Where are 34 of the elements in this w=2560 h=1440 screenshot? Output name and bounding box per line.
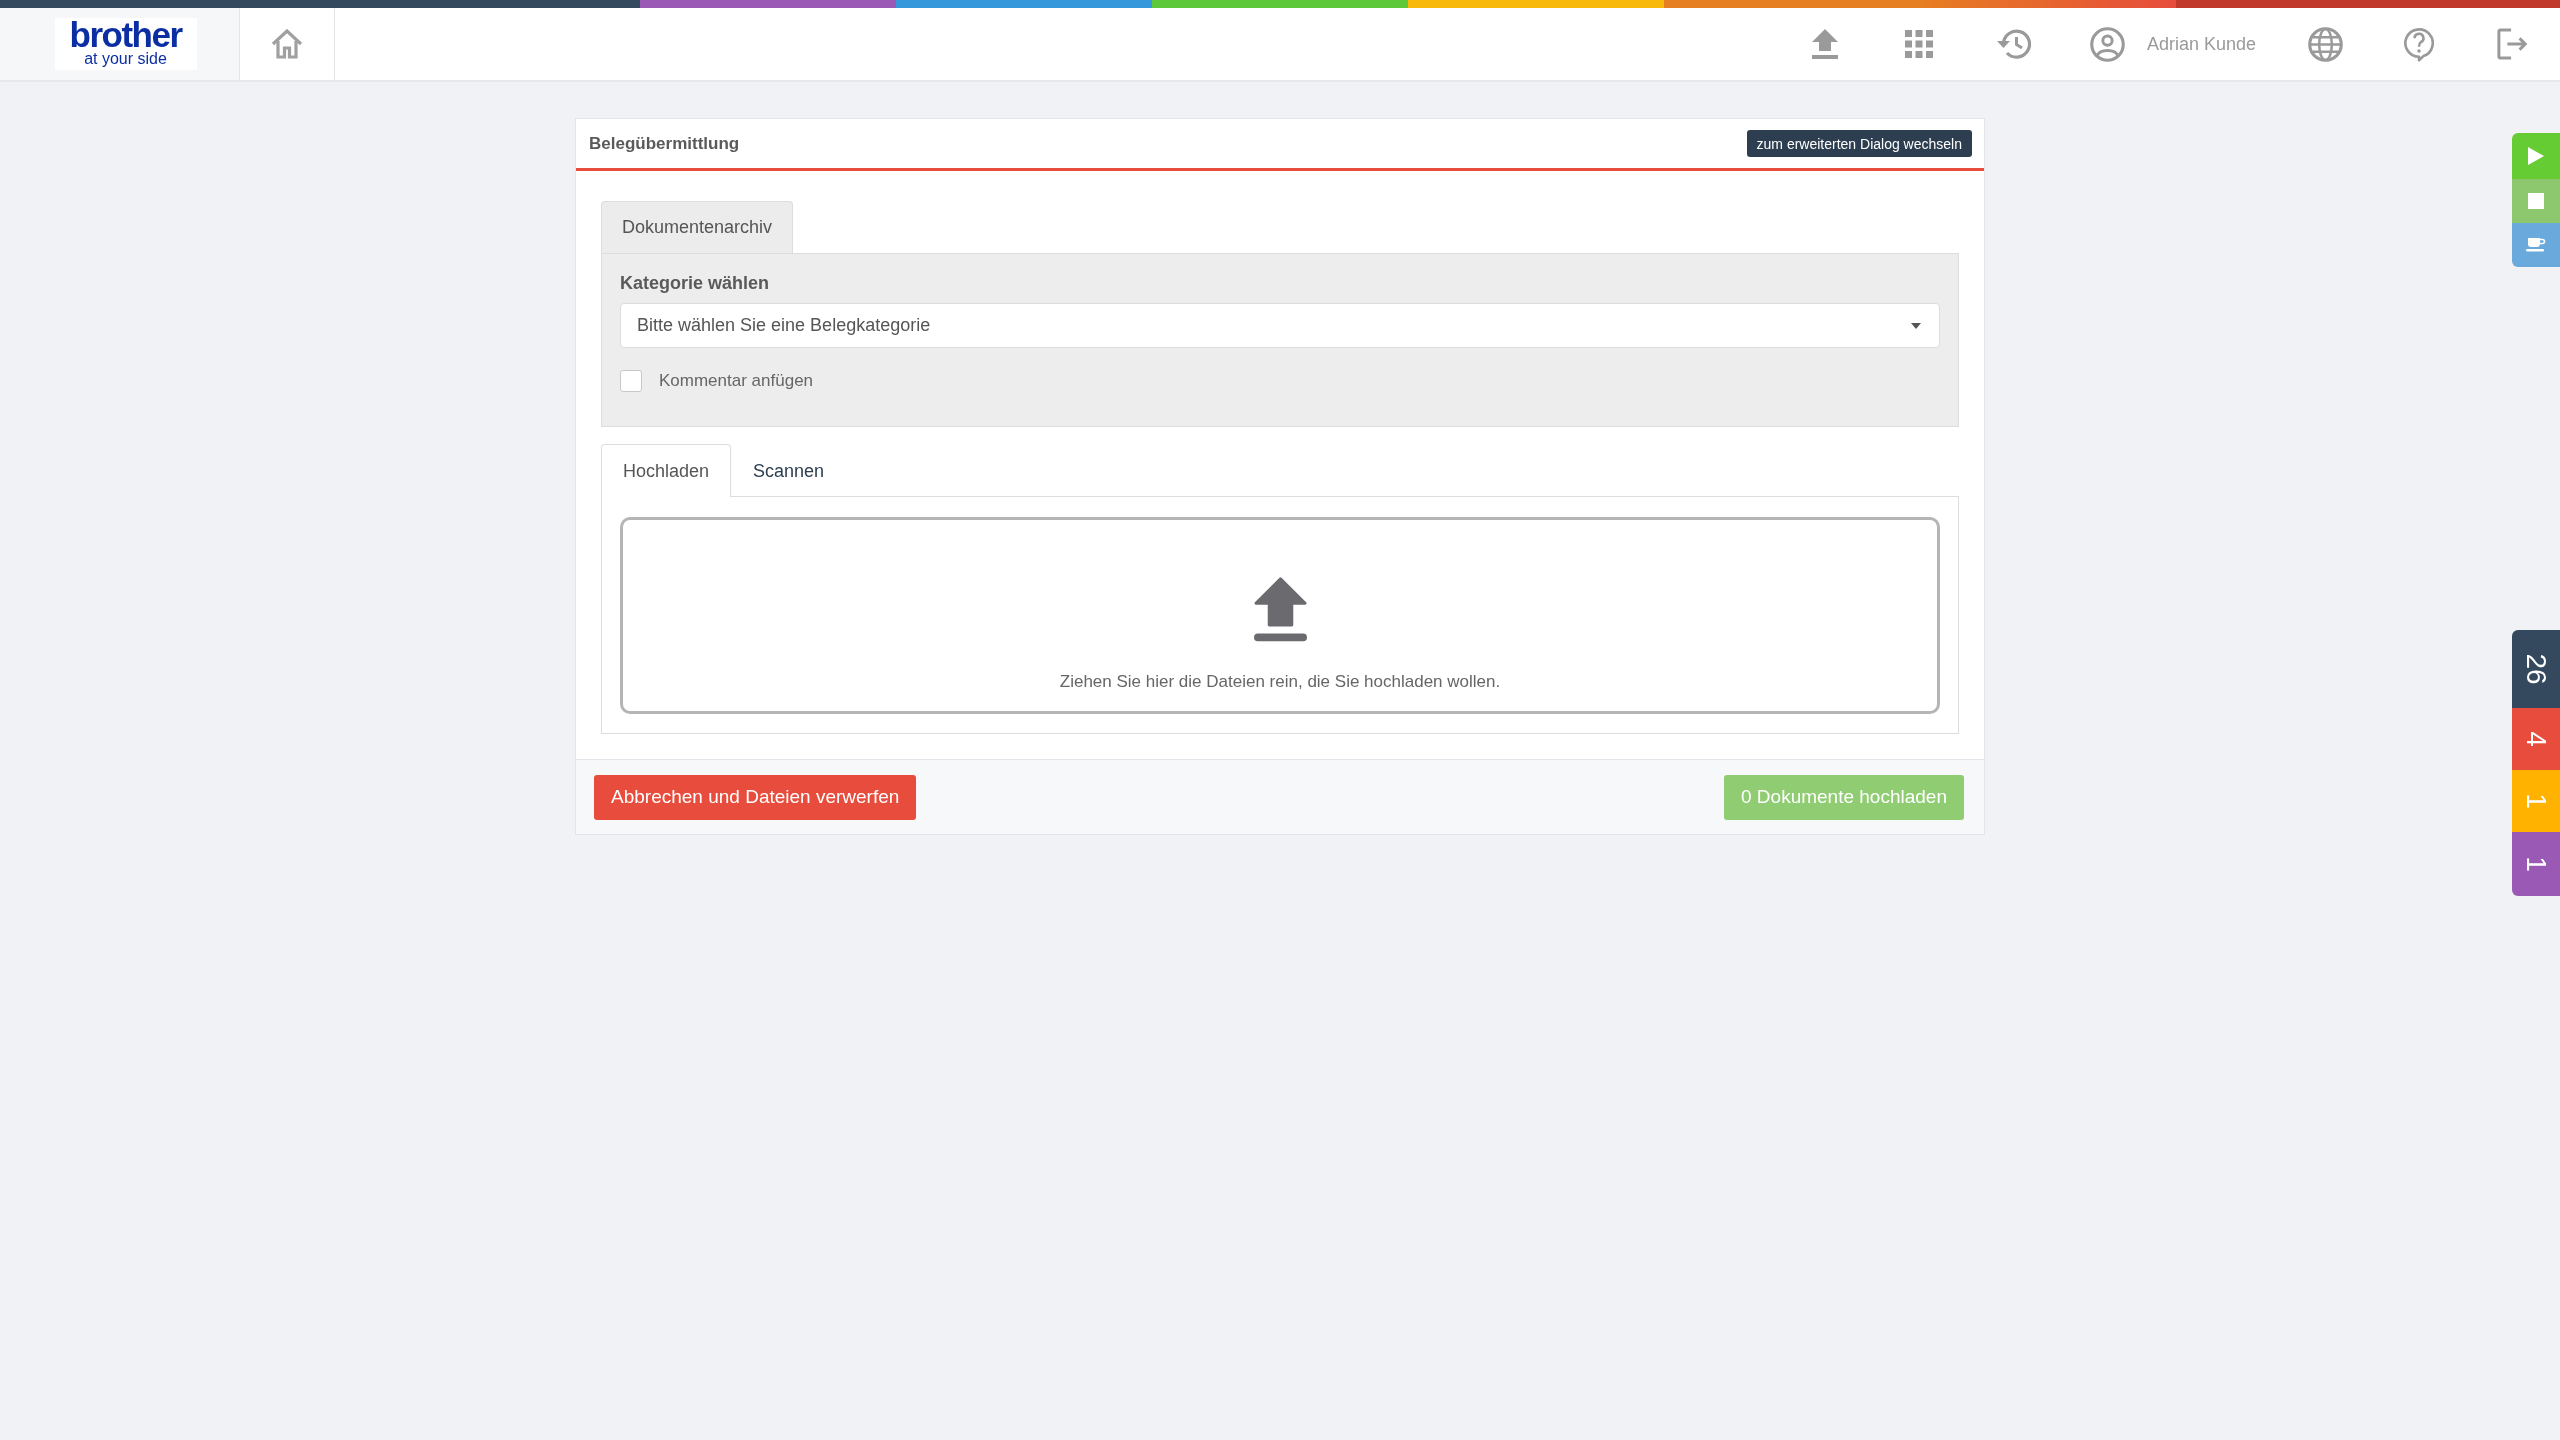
file-drop-zone[interactable]: Ziehen Sie hier die Dateien rein, die Sie hochladen wollen. xyxy=(620,517,1940,714)
panel-title: Belegübermittlung xyxy=(589,133,740,154)
play-button[interactable] xyxy=(2512,133,2560,179)
caret-icon xyxy=(1911,322,1921,329)
stop-icon xyxy=(2528,193,2544,209)
coffee-cup-icon xyxy=(2526,238,2546,252)
logo-tagline: at your side xyxy=(84,50,167,68)
category-label: Kategorie wählen xyxy=(620,272,770,294)
stop-button[interactable] xyxy=(2512,179,2560,223)
tab[interactable]: Scannen xyxy=(731,444,847,497)
break-button[interactable] xyxy=(2512,223,2560,267)
history-icon xyxy=(1994,28,2031,60)
comment-checkbox[interactable] xyxy=(620,370,642,392)
logout-icon xyxy=(2497,28,2529,60)
play-icon xyxy=(2528,147,2544,165)
tab[interactable]: Hochladen xyxy=(601,444,732,497)
counter-tab[interactable]: 4 xyxy=(2512,708,2560,770)
counter-tab[interactable]: 1 xyxy=(2512,832,2560,896)
help-icon xyxy=(2404,26,2434,62)
upload-icon xyxy=(1811,29,1838,59)
logo-wordmark: brother xyxy=(69,20,182,50)
drop-zone-hint: Ziehen Sie hier die Dateien rein, die Sie hochladen wollen. xyxy=(1059,672,1501,692)
user-avatar-icon xyxy=(2089,26,2125,62)
cancel-button[interactable]: Abbrechen und Dateien verwerfen xyxy=(594,774,917,820)
category-select[interactable]: Bitte wählen Sie eine Belegkategorie xyxy=(620,303,1940,348)
counter-tab[interactable]: 26 xyxy=(2512,630,2560,708)
user-menu-button[interactable]: Adrian Kunde xyxy=(2059,8,2278,80)
home-icon xyxy=(271,29,303,59)
tab[interactable]: Dokumentenarchiv xyxy=(601,201,794,253)
upload-icon xyxy=(1253,576,1307,642)
grid-icon xyxy=(1904,30,1933,58)
comment-option-label[interactable]: Kommentar anfügen xyxy=(659,371,814,391)
switch-dialog-button[interactable]: zum erweiterten Dialog wechseln xyxy=(1746,130,1972,157)
globe-icon xyxy=(2307,26,2343,62)
